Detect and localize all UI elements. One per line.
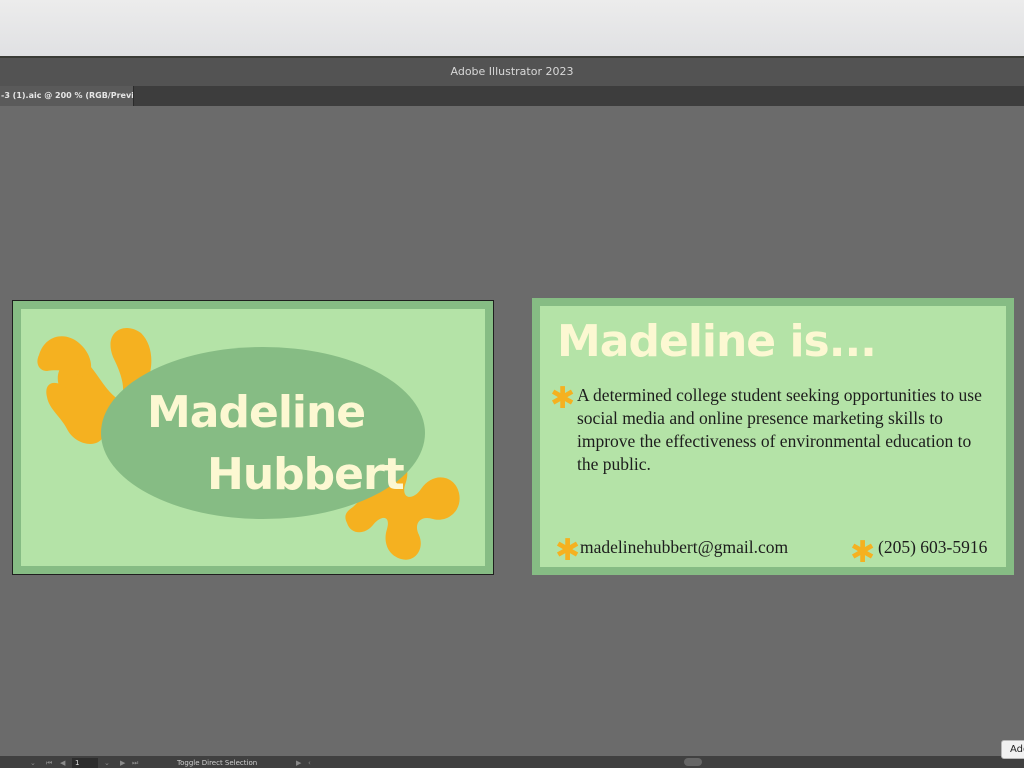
horizontal-scrollbar-thumb[interactable] (684, 758, 702, 766)
asterisk-email-icon: ✱ (555, 533, 581, 567)
card-phone: (205) 603-5916 (878, 537, 988, 557)
first-artboard-icon[interactable]: ⏮ (46, 758, 52, 768)
app-title: Adobe Illustrator 2023 (450, 65, 574, 78)
previous-artboard-icon[interactable]: ◀ (60, 758, 65, 768)
asterisk-bullet-icon: ✱ (550, 381, 576, 416)
next-artboard-icon[interactable]: ▶ (120, 758, 125, 768)
card-email: madelinehubbert@gmail.com (580, 537, 789, 557)
add-button[interactable]: Add (1001, 740, 1024, 759)
document-tab-bar: -3 (1).aic @ 200 % (RGB/Preview) (0, 86, 1024, 106)
document-tab[interactable]: -3 (1).aic @ 200 % (RGB/Preview) (0, 86, 134, 106)
asterisk-phone-icon: ✱ (850, 535, 876, 568)
status-back-icon[interactable]: ‹ (308, 758, 311, 768)
document-tab-label: -3 (1).aic @ 200 % (RGB/Preview) (1, 91, 134, 100)
business-card-back[interactable]: Madeline is... ✱ A determined college st… (532, 298, 1014, 575)
zoom-dropdown-chevron-icon[interactable]: ⌄ (30, 758, 36, 768)
app-title-bar: Adobe Illustrator 2023 (0, 56, 1024, 86)
card-back-panel: Madeline is... ✱ A determined college st… (540, 306, 1006, 567)
tool-status-text: Toggle Direct Selection (177, 759, 258, 767)
card-back-heading: Madeline is... (557, 316, 877, 367)
card-description: A determined college student seeking opp… (577, 385, 982, 474)
card-front-panel: Madeline Hubbert (21, 309, 485, 566)
card-name-last: Hubbert (207, 449, 405, 500)
artboard-number-field[interactable]: 1 (72, 758, 98, 768)
card-name-first: Madeline (147, 387, 366, 438)
artboard-dropdown-chevron-icon[interactable]: ⌄ (104, 758, 110, 768)
status-play-icon[interactable]: ▶ (296, 758, 301, 768)
status-bar: ⌄ ⏮ ◀ 1 ⌄ ▶ ⏭ Toggle Direct Selection ▶ … (0, 756, 1024, 768)
last-artboard-icon[interactable]: ⏭ (132, 758, 138, 768)
desktop-top-bar (0, 0, 1024, 56)
business-card-front[interactable]: Madeline Hubbert (12, 300, 494, 575)
